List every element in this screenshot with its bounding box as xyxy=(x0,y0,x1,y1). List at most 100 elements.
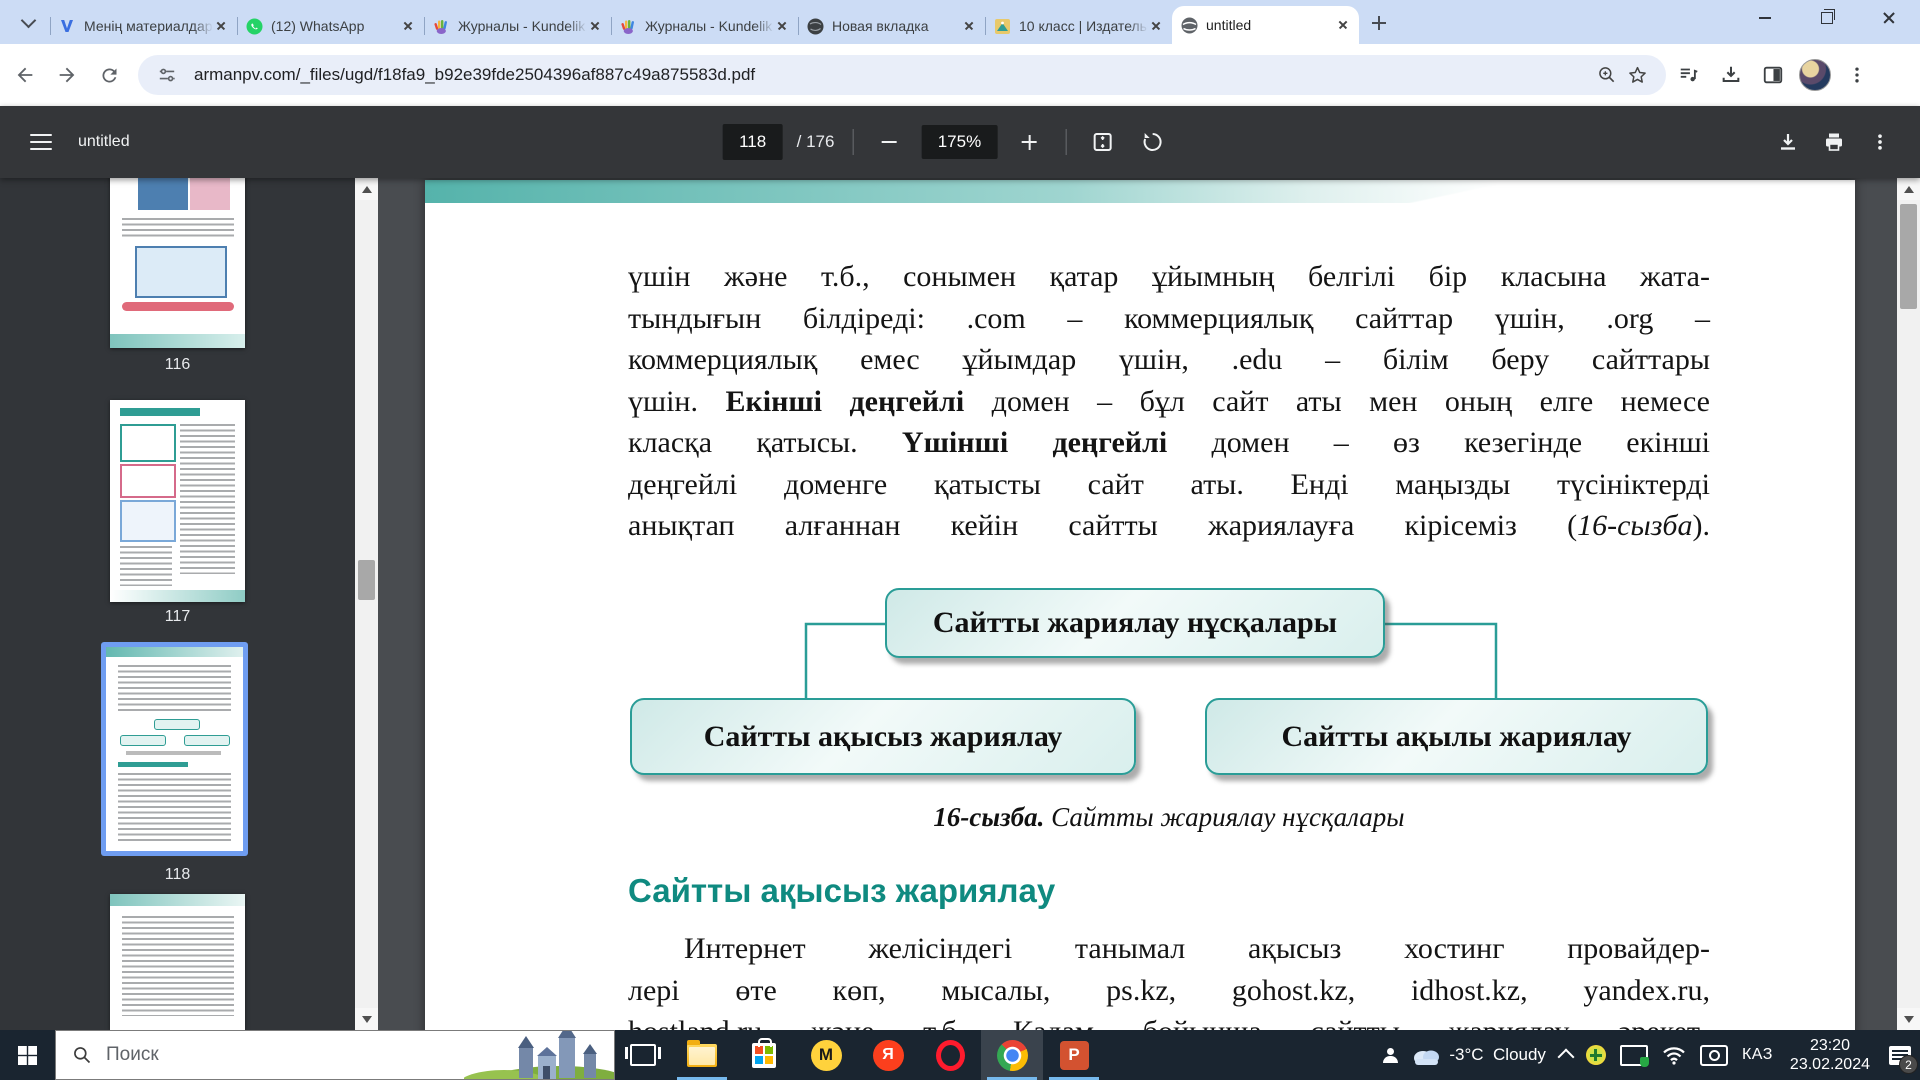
tab-kundelik-1[interactable]: Журналы - Kundelik. xyxy=(424,8,611,44)
tab-new-tab[interactable]: Новая вкладка xyxy=(798,8,985,44)
zoom-in-button[interactable] xyxy=(1011,124,1047,160)
thumbnail-label: 116 xyxy=(164,356,191,373)
action-center-button[interactable]: 2 xyxy=(1880,1030,1920,1080)
scroll-up-button[interactable] xyxy=(1897,178,1920,200)
fit-page-icon xyxy=(1093,133,1112,151)
minimize-button[interactable] xyxy=(1734,0,1796,36)
scrollbar-thumb[interactable] xyxy=(358,560,375,600)
thumb-art xyxy=(120,500,176,542)
people-button[interactable] xyxy=(1376,1030,1404,1080)
main-scrollbar[interactable] xyxy=(1897,178,1920,1030)
date: 23.02.2024 xyxy=(1789,1056,1870,1073)
diagram-right-label: Сайтты ақылы жариялау xyxy=(1281,719,1632,753)
tab-my-materials[interactable]: Менің материалдары xyxy=(50,8,237,44)
kebab-menu-icon xyxy=(1855,67,1859,83)
taskbar-app-explorer[interactable] xyxy=(671,1030,733,1080)
url-text[interactable]: armanpv.com/_files/ugd/f18fa9_b92e39fde2… xyxy=(194,65,1592,85)
taskbar-search[interactable]: Поиск xyxy=(55,1030,615,1080)
clock[interactable]: 23:20 23.02.2024 xyxy=(1780,1036,1880,1074)
pdf-download-button[interactable] xyxy=(1770,124,1806,160)
page-number-input[interactable] xyxy=(722,124,783,160)
tab-label: Новая вкладка xyxy=(832,18,929,34)
language-indicator[interactable]: КАЗ xyxy=(1735,1030,1780,1080)
taskbar-app-opera[interactable] xyxy=(919,1030,981,1080)
window-controls xyxy=(1734,0,1920,36)
tab-close-icon[interactable] xyxy=(774,18,790,34)
tab-close-icon[interactable] xyxy=(961,18,977,34)
thumb-art xyxy=(138,178,188,210)
taskbar-app-chrome[interactable] xyxy=(981,1030,1043,1080)
task-view-button[interactable] xyxy=(615,1030,671,1080)
network-button[interactable] xyxy=(1655,1030,1693,1080)
fit-page-button[interactable] xyxy=(1084,124,1120,160)
restore-button[interactable] xyxy=(1796,0,1858,36)
sidebar-scrollbar[interactable] xyxy=(355,178,378,1030)
thumb-art xyxy=(190,178,230,210)
media-playlist-icon[interactable] xyxy=(1670,56,1708,94)
pdf-print-button[interactable] xyxy=(1816,124,1852,160)
figure-caption-text: Сайтты жариялау нұсқалары xyxy=(1044,802,1405,832)
scrollbar-thumb[interactable] xyxy=(1900,204,1917,309)
browser-menu-button[interactable] xyxy=(1838,56,1876,94)
avatar xyxy=(1799,59,1831,91)
thumbnail-page-116[interactable] xyxy=(110,178,245,348)
profile-avatar[interactable] xyxy=(1796,56,1834,94)
side-panel-icon[interactable] xyxy=(1754,56,1792,94)
divider xyxy=(852,129,854,155)
zoom-level[interactable]: 175% xyxy=(921,125,998,159)
kundelik-hand-icon xyxy=(619,17,637,35)
thumbnail-page-119[interactable] xyxy=(110,894,245,1030)
scroll-up-button[interactable] xyxy=(355,178,378,200)
antivirus-tray-button[interactable] xyxy=(1579,1030,1613,1080)
zoom-page-icon[interactable] xyxy=(1592,60,1622,90)
close-button[interactable] xyxy=(1858,0,1920,36)
tray-expand-button[interactable] xyxy=(1553,1030,1579,1080)
thumbnail-label: 117 xyxy=(164,608,191,625)
m-app-icon: M xyxy=(810,1039,842,1071)
tab-kundelik-2[interactable]: Журналы - Kundelik. xyxy=(611,8,798,44)
forward-button[interactable] xyxy=(50,58,84,92)
taskbar-app-store[interactable] xyxy=(733,1030,795,1080)
tab-10-klass[interactable]: 10 класс | Издательс xyxy=(985,8,1172,44)
pdf-globe-icon xyxy=(1180,16,1198,34)
security-tray-button[interactable] xyxy=(1613,1030,1655,1080)
scroll-down-button[interactable] xyxy=(1897,1008,1920,1030)
start-button[interactable] xyxy=(0,1030,55,1080)
tab-label: Журналы - Kundelik. xyxy=(458,18,587,34)
thumbnail-page-118-selected[interactable] xyxy=(101,642,248,856)
pdf-menu-button[interactable] xyxy=(30,134,52,150)
tab-search-button[interactable] xyxy=(14,8,42,36)
back-button[interactable] xyxy=(8,58,42,92)
section-heading: Сайтты ақысыз жариялау xyxy=(628,872,1056,909)
paragraph-hosting: Интернет желісіндегі танымал ақысыз хост… xyxy=(628,932,1710,1030)
new-tab-button[interactable] xyxy=(1365,9,1393,37)
thumb-art xyxy=(110,894,245,906)
tab-close-icon[interactable] xyxy=(587,18,603,34)
thumbnail-page-117[interactable] xyxy=(110,400,245,602)
site-settings-icon[interactable] xyxy=(152,60,182,90)
divider xyxy=(1065,129,1067,155)
minimize-icon xyxy=(1759,17,1771,19)
pdf-more-button[interactable] xyxy=(1862,124,1898,160)
weather-widget[interactable]: -3°C Cloudy xyxy=(1404,1030,1553,1080)
zoom-out-button[interactable] xyxy=(871,124,907,160)
bookmark-star-icon[interactable] xyxy=(1622,60,1652,90)
rotate-button[interactable] xyxy=(1134,124,1170,160)
reload-button[interactable] xyxy=(92,58,126,92)
tab-label: untitled xyxy=(1206,17,1252,33)
tab-untitled-active[interactable]: untitled xyxy=(1172,6,1359,44)
wifi-icon xyxy=(1663,1046,1685,1065)
downloads-toolbar-icon[interactable] xyxy=(1712,56,1750,94)
taskbar-app-m[interactable]: M xyxy=(795,1030,857,1080)
taskbar-app-powerpoint[interactable]: P xyxy=(1043,1030,1105,1080)
scroll-down-button[interactable] xyxy=(355,1008,378,1030)
meet-now-button[interactable] xyxy=(1693,1030,1735,1080)
tab-close-icon[interactable] xyxy=(400,18,416,34)
tab-close-icon[interactable] xyxy=(1148,18,1164,34)
tab-whatsapp[interactable]: (12) WhatsApp xyxy=(237,8,424,44)
taskbar-app-yandex[interactable]: Я xyxy=(857,1030,919,1080)
omnibox[interactable]: armanpv.com/_files/ugd/f18fa9_b92e39fde2… xyxy=(138,55,1666,95)
tab-close-icon[interactable] xyxy=(1335,17,1351,33)
tab-close-icon[interactable] xyxy=(213,18,229,34)
windows-logo-icon xyxy=(18,1045,37,1065)
